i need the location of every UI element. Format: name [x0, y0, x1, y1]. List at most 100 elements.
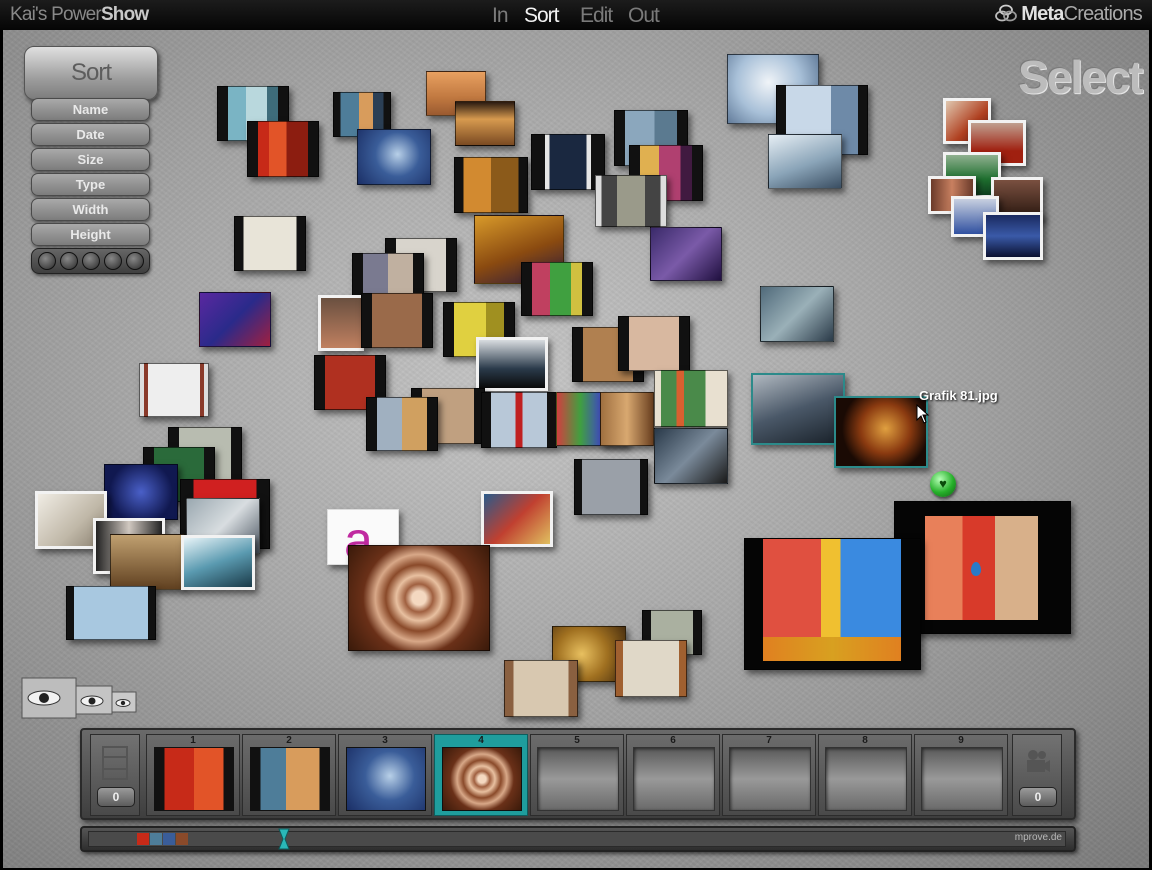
thumbnail[interactable]	[618, 316, 690, 371]
kai-power-show-window: Kai's PowerShow In Sort Edit Out MetaCre…	[0, 0, 1152, 870]
sort-preset-1[interactable]	[38, 252, 56, 270]
hover-tooltip: Grafik 81.jpg	[919, 388, 998, 403]
mode-tab-in[interactable]: In	[492, 4, 508, 28]
thumbnail[interactable]	[983, 212, 1043, 260]
sort-by-type-button[interactable]: Type	[31, 173, 150, 196]
slot-number: 6	[670, 735, 676, 746]
filmstrip-slot-3[interactable]: 3	[338, 734, 432, 816]
eyes-zoom-icon[interactable]	[20, 676, 138, 720]
empty-slot-well	[729, 747, 811, 811]
thumbnail[interactable]	[654, 370, 728, 427]
slot-number: 1	[190, 735, 196, 746]
thumbnail[interactable]	[574, 459, 648, 515]
slot-number: 7	[766, 735, 772, 746]
slot-number: 9	[958, 735, 964, 746]
thumbnail[interactable]	[110, 534, 184, 590]
filmstrip-left-cap: 0	[90, 734, 140, 816]
sort-preset-4[interactable]	[104, 252, 122, 270]
thumbnail[interactable]	[234, 216, 306, 271]
sort-preset-2[interactable]	[60, 252, 78, 270]
thumbnail[interactable]	[521, 262, 593, 316]
slot-number: 4	[478, 735, 484, 746]
sort-presets-bar	[31, 248, 150, 274]
thumbnail[interactable]	[476, 337, 548, 391]
timeline-track[interactable]	[88, 831, 1066, 847]
mode-tabs: In Sort Edit Out	[0, 4, 1152, 28]
thumbnail[interactable]	[66, 586, 156, 640]
slot-thumbnail	[346, 747, 426, 811]
tear-shape	[971, 562, 981, 576]
select-title: Select	[1018, 51, 1144, 103]
thumbnail[interactable]	[481, 491, 553, 547]
slot-thumbnail	[154, 747, 234, 811]
filmstrip-slot-1[interactable]: 1	[146, 734, 240, 816]
thumbnail[interactable]	[139, 363, 209, 417]
thumbnail[interactable]	[481, 392, 557, 448]
thumbnail[interactable]	[760, 286, 834, 342]
thumbnail[interactable]	[615, 640, 687, 697]
thumbnail[interactable]	[361, 293, 433, 348]
sort-by-size-button[interactable]: Size	[31, 148, 150, 171]
thumbnail[interactable]	[104, 464, 178, 520]
thumbnail[interactable]	[455, 101, 515, 146]
slot-thumbnail	[442, 747, 522, 811]
heart-icon: ♥	[939, 476, 947, 491]
playhead-icon[interactable]	[278, 828, 290, 850]
thumbnail[interactable]	[650, 227, 722, 281]
thumbnail[interactable]	[199, 292, 271, 347]
mode-tab-sort[interactable]: Sort	[524, 4, 560, 28]
empty-slot-well	[633, 747, 715, 811]
thumbnail[interactable]	[454, 157, 528, 213]
sort-by-date-button[interactable]: Date	[31, 123, 150, 146]
thumbnail[interactable]	[366, 397, 438, 451]
thumbnail[interactable]	[751, 373, 845, 445]
thumbnail[interactable]	[768, 134, 842, 189]
heart-button[interactable]: ♥	[930, 471, 956, 497]
thumbnail-spiral[interactable]	[348, 545, 490, 651]
vendor-brand: MetaCreations	[995, 3, 1143, 26]
mode-tab-out[interactable]: Out	[628, 4, 660, 28]
left-count: 0	[97, 787, 135, 807]
metacreations-logo-icon	[995, 4, 1018, 22]
movie-camera-icon	[1027, 750, 1050, 772]
timeline-clip	[150, 833, 162, 845]
thumbnail[interactable]	[247, 121, 319, 177]
filmstrip-slot-7[interactable]: 7	[722, 734, 816, 816]
vendor-prefix: Meta	[1021, 3, 1064, 25]
slot-thumbnail	[250, 747, 330, 811]
right-count: 0	[1019, 787, 1057, 807]
sort-preset-3[interactable]	[82, 252, 100, 270]
thumbnail[interactable]	[595, 175, 667, 227]
sort-button[interactable]: Sort	[24, 46, 158, 100]
thumbnail[interactable]	[318, 295, 364, 351]
slot-number: 2	[286, 735, 292, 746]
slot-number: 5	[574, 735, 580, 746]
thumbnail[interactable]	[357, 129, 431, 185]
thumbnail[interactable]	[531, 134, 605, 190]
thumbnail[interactable]	[600, 392, 654, 446]
filmstrip-slot-6[interactable]: 6	[626, 734, 720, 816]
slot-number: 3	[382, 735, 388, 746]
filmstrip-slot-4[interactable]: 4	[434, 734, 528, 816]
thumbnail[interactable]	[181, 535, 255, 590]
top-bar: Kai's PowerShow In Sort Edit Out MetaCre…	[0, 0, 1152, 30]
sort-by-height-button[interactable]: Height	[31, 223, 150, 246]
thumbnail-faces-colored[interactable]	[744, 538, 921, 670]
mode-tab-edit[interactable]: Edit	[580, 4, 613, 28]
thumbnail[interactable]	[504, 660, 578, 717]
sort-by-name-button[interactable]: Name	[31, 98, 150, 121]
empty-slot-well	[921, 747, 1003, 811]
faces-art-bottom	[763, 637, 901, 661]
filmstrip-slot-5[interactable]: 5	[530, 734, 624, 816]
sort-preset-5[interactable]	[126, 252, 144, 270]
film-frames-icon	[102, 746, 128, 780]
timeline-clip	[163, 833, 175, 845]
thumbnail-grafik-81[interactable]	[834, 396, 928, 468]
thumbnail[interactable]	[654, 428, 728, 484]
filmstrip-slot-9[interactable]: 9	[914, 734, 1008, 816]
slot-number: 8	[862, 735, 868, 746]
filmstrip-slot-8[interactable]: 8	[818, 734, 912, 816]
sort-by-width-button[interactable]: Width	[31, 198, 150, 221]
timeline-clip	[137, 833, 149, 845]
filmstrip-slot-2[interactable]: 2	[242, 734, 336, 816]
